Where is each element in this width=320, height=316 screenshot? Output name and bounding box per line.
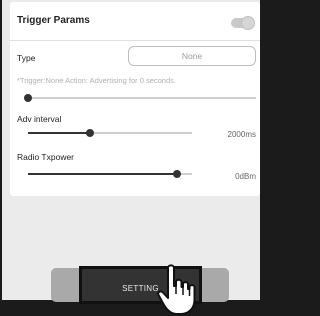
trigger-hint-text: *Trigger:None Action: Advertising for 0 …: [17, 76, 176, 85]
card-header: Trigger Params: [10, 2, 260, 40]
slider-thumb[interactable]: [86, 129, 95, 137]
slider-fill: [28, 132, 91, 134]
trigger-params-toggle[interactable]: [231, 16, 255, 30]
adv-interval-label: Adv interval: [17, 114, 62, 124]
adv-interval-slider[interactable]: [28, 128, 192, 138]
hand-pointer-icon: [157, 264, 196, 315]
toggle-knob[interactable]: [241, 16, 255, 30]
trigger-slider[interactable]: [24, 93, 256, 103]
type-select[interactable]: None: [128, 46, 256, 66]
radio-txpower-value: 0dBm: [235, 172, 256, 181]
slider-fill: [28, 173, 178, 175]
trigger-params-card: Trigger Params Type None *Trigger:None A…: [10, 2, 260, 196]
slider-track: [28, 97, 256, 99]
radio-txpower-slider[interactable]: [28, 169, 192, 179]
type-label: Type: [17, 53, 36, 63]
radio-txpower-label: Radio Txpower: [17, 152, 75, 162]
slider-thumb[interactable]: [173, 170, 182, 178]
card-title: Trigger Params: [17, 15, 90, 26]
slider-thumb[interactable]: [24, 94, 32, 102]
app-screen: Trigger Params Type None *Trigger:None A…: [2, 0, 260, 316]
header-divider: [10, 40, 260, 41]
adv-interval-value: 2000ms: [227, 130, 256, 139]
